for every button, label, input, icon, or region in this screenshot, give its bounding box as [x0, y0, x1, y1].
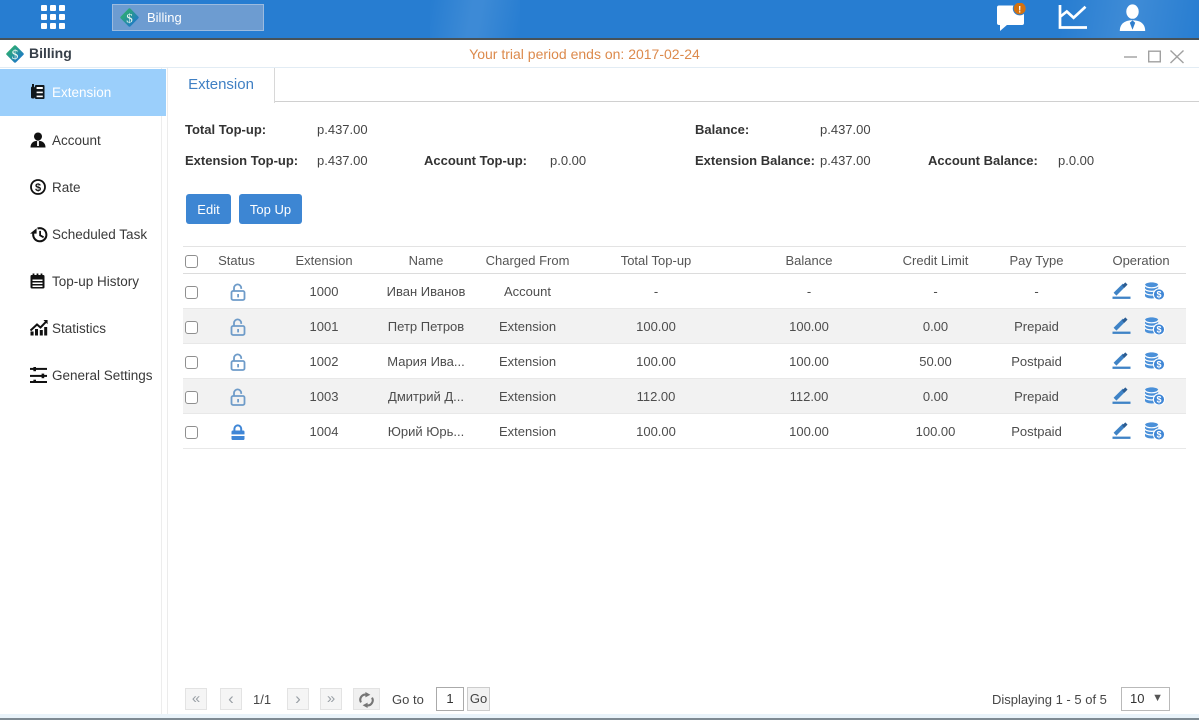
svg-text:$: $ — [35, 182, 41, 194]
svg-text:$: $ — [1156, 325, 1161, 335]
svg-text:$: $ — [1156, 395, 1161, 405]
svg-text:$: $ — [1156, 290, 1161, 300]
svg-text:$: $ — [126, 10, 133, 25]
svg-text:!: ! — [1018, 4, 1021, 15]
svg-text:$: $ — [1156, 430, 1161, 440]
svg-text:$: $ — [1156, 360, 1161, 370]
